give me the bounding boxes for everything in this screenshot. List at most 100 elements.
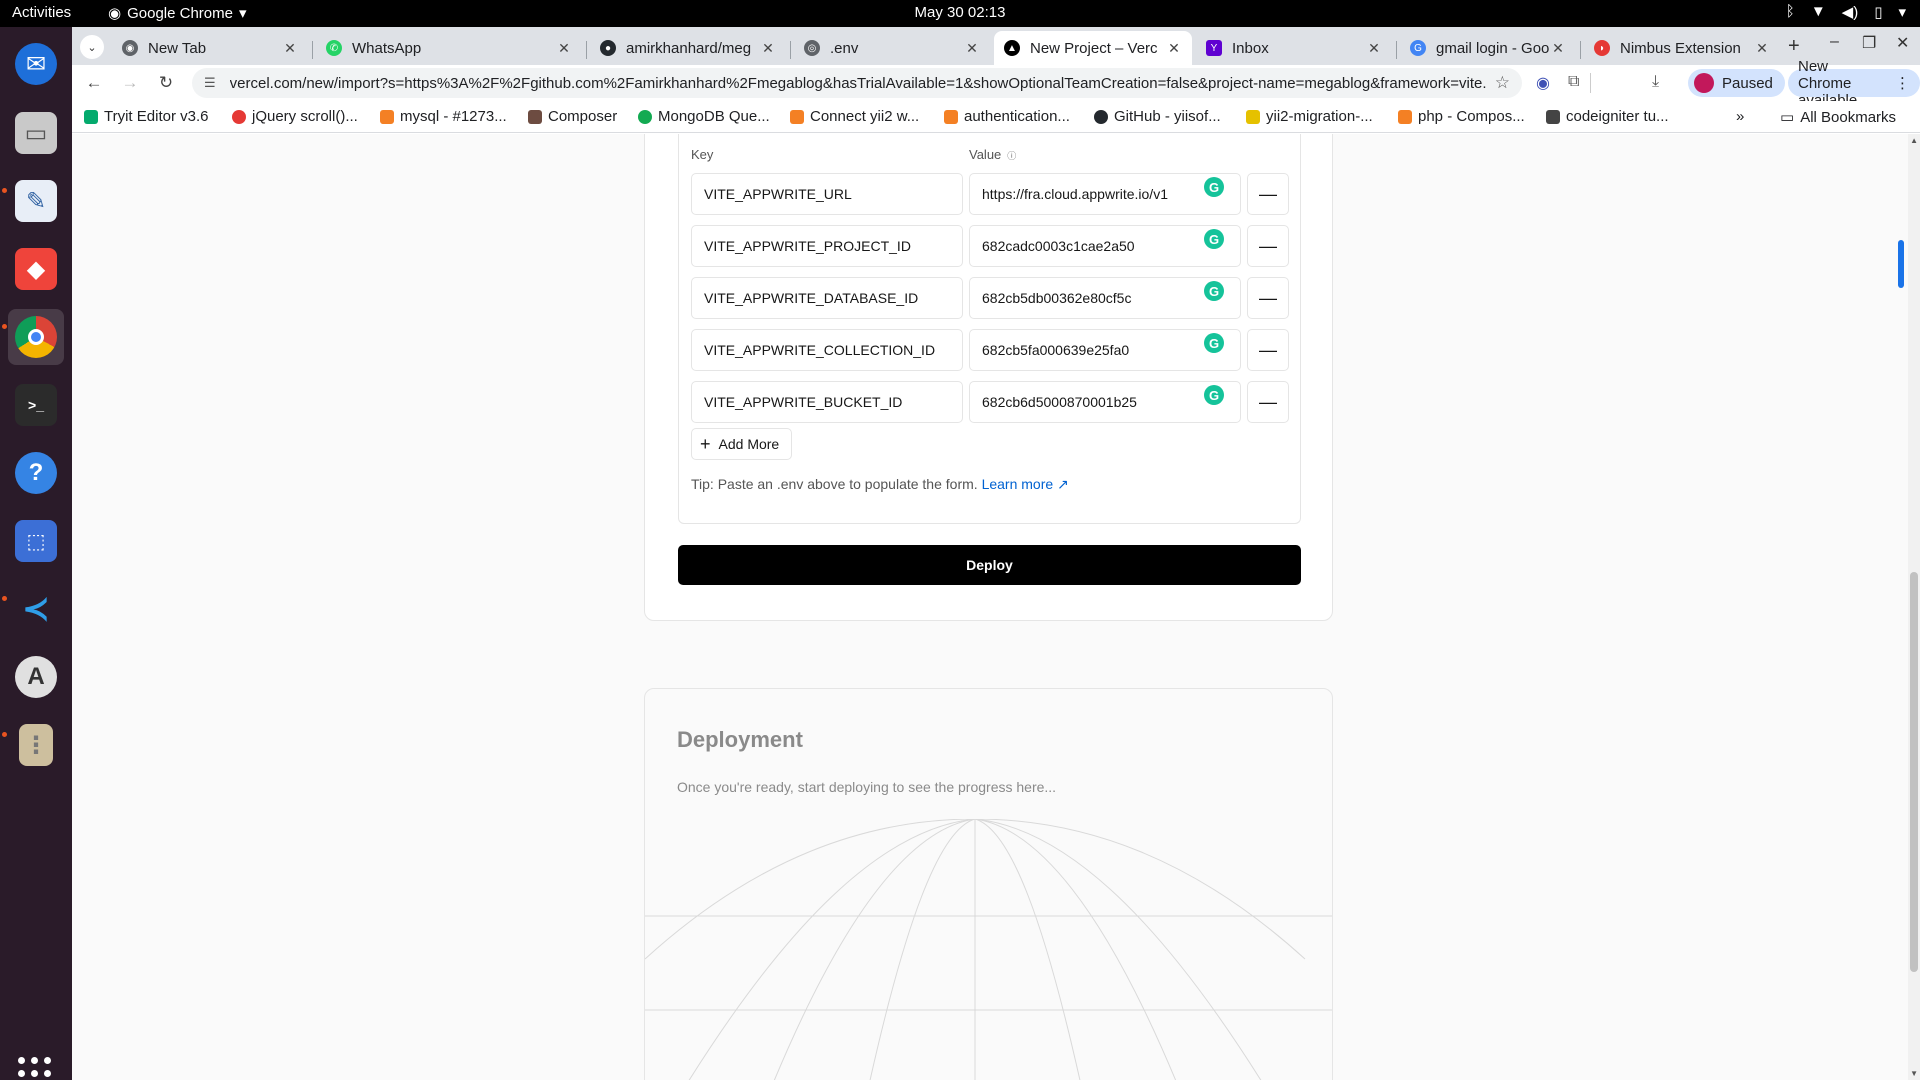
deployment-subtitle: Once you're ready, start deploying to se… — [677, 779, 1057, 795]
dock-text-editor[interactable]: ✎ — [8, 173, 64, 229]
learn-more-link[interactable]: Learn more ↗ — [982, 476, 1069, 492]
grammarly-icon[interactable]: G — [1204, 281, 1224, 301]
bookmark-tryit[interactable]: Tryit Editor v3.6 — [84, 108, 208, 125]
env-key-input[interactable]: VITE_APPWRITE_PROJECT_ID — [691, 225, 963, 267]
address-bar[interactable]: ☰ vercel.com/new/import?s=https%3A%2F%2F… — [192, 68, 1522, 98]
deploy-button[interactable]: Deploy — [678, 545, 1301, 585]
close-tab-icon[interactable]: ✕ — [1166, 40, 1182, 57]
tab-gmail-login[interactable]: G gmail login - Googl ✕ — [1400, 31, 1576, 65]
env-key-input[interactable]: VITE_APPWRITE_URL — [691, 173, 963, 215]
grammarly-icon[interactable]: G — [1204, 229, 1224, 249]
bookmark-yii2-migration[interactable]: yii2-migration-... — [1246, 108, 1373, 125]
close-tab-icon[interactable]: ✕ — [1550, 40, 1566, 57]
reload-icon[interactable]: ↻ — [154, 71, 178, 95]
remove-env-button[interactable]: — — [1247, 381, 1289, 423]
system-tray[interactable]: ᛒ ▼ ◀) ▯ ▾ — [1786, 3, 1906, 21]
grammarly-icon[interactable]: G — [1204, 385, 1224, 405]
close-tab-icon[interactable]: ✕ — [1366, 40, 1382, 57]
dock-thunderbird[interactable]: ✉ — [8, 36, 64, 92]
all-bookmarks-button[interactable]: ▭ All Bookmarks — [1780, 108, 1896, 127]
maximize-icon[interactable]: ❐ — [1862, 33, 1876, 53]
grammarly-icon[interactable]: G — [1204, 333, 1224, 353]
extension-icon[interactable]: ◉ — [1536, 73, 1550, 93]
tab-search-button[interactable]: ⌄ — [80, 35, 104, 59]
bookmark-mongodb[interactable]: MongoDB Que... — [638, 108, 770, 125]
profile-paused-button[interactable]: Paused — [1688, 69, 1785, 97]
dock-screenshot[interactable]: ⬚ — [8, 513, 64, 569]
show-apps-grid-icon[interactable] — [18, 1057, 52, 1080]
bookmark-authentication[interactable]: authentication... — [944, 108, 1070, 125]
battery-icon: ▯ — [1874, 4, 1883, 21]
bookmark-connect-yii2[interactable]: Connect yii2 w... — [790, 108, 919, 125]
close-tab-icon[interactable]: ✕ — [760, 40, 776, 57]
bookmark-mysql[interactable]: mysql - #1273... — [380, 108, 507, 125]
scrollbar-thumb[interactable] — [1910, 572, 1918, 972]
forward-arrow-icon[interactable]: → — [118, 71, 142, 95]
dock-files[interactable]: ▭ — [8, 105, 64, 161]
add-more-button[interactable]: + Add More — [691, 428, 793, 460]
chrome-icon — [15, 316, 57, 358]
bookmark-php-composer[interactable]: php - Compos... — [1398, 108, 1525, 125]
env-key-input[interactable]: VITE_APPWRITE_BUCKET_ID — [691, 381, 963, 423]
bookmark-jquery[interactable]: jQuery scroll()... — [232, 108, 358, 125]
extensions-puzzle-icon[interactable]: ⧉ — [1568, 73, 1579, 91]
activities-button[interactable]: Activities — [12, 4, 71, 21]
dock-chrome[interactable] — [8, 309, 64, 365]
tab-github[interactable]: ● amirkhanhard/meg ✕ — [590, 31, 786, 65]
globe-illustration — [645, 819, 1332, 1080]
close-tab-icon[interactable]: ✕ — [282, 40, 298, 57]
bookmark-github-yiisoft[interactable]: GitHub - yiisof... — [1094, 108, 1221, 125]
close-tab-icon[interactable]: ✕ — [964, 40, 980, 57]
new-tab-plus-icon[interactable]: + — [1788, 35, 1800, 58]
more-bookmarks-chevron-icon[interactable]: » — [1736, 108, 1744, 125]
new-chrome-available-button[interactable]: New Chrome available ⋮ — [1788, 58, 1920, 109]
grammarly-icon[interactable]: G — [1204, 177, 1224, 197]
clock[interactable]: May 30 02:13 — [915, 4, 1006, 21]
env-value-input[interactable]: 682cadc0003c1cae2a50 — [969, 225, 1241, 267]
bookmark-favicon-icon — [84, 109, 98, 124]
tab-env[interactable]: ◎ .env ✕ — [794, 31, 990, 65]
back-arrow-icon[interactable]: ← — [82, 71, 106, 95]
remove-env-button[interactable]: — — [1247, 329, 1289, 371]
env-value-input[interactable]: 682cb5db00362e80cf5c — [969, 277, 1241, 319]
bookmark-label: Tryit Editor v3.6 — [104, 108, 209, 125]
close-tab-icon[interactable]: ✕ — [1754, 40, 1770, 57]
app-menu[interactable]: ◉ Google Chrome ▾ — [108, 4, 247, 23]
env-key-input[interactable]: VITE_APPWRITE_COLLECTION_ID — [691, 329, 963, 371]
bookmark-composer[interactable]: Composer — [528, 108, 617, 125]
scroll-down-arrow-icon[interactable]: ▼ — [1910, 1069, 1918, 1078]
env-value-input[interactable]: https://fra.cloud.appwrite.io/v1 — [969, 173, 1241, 215]
dock-archive-manager[interactable]: ⋮ — [8, 717, 64, 773]
tab-title: .env — [830, 39, 859, 57]
bookmark-star-icon[interactable]: ☆ — [1495, 73, 1510, 93]
bookmark-codeigniter[interactable]: codeigniter tu... — [1546, 108, 1669, 125]
dock-help[interactable]: ? — [8, 445, 64, 501]
tab-new-project-vercel[interactable]: ▲ New Project – Verc ✕ — [994, 31, 1192, 65]
dock-anydesk[interactable]: ◆ — [8, 241, 64, 297]
remove-env-button[interactable]: — — [1247, 225, 1289, 267]
tab-nimbus-extension[interactable]: ◗ Nimbus Extension ✕ — [1584, 31, 1780, 65]
env-value-input[interactable]: 682cb6d5000870001b25 — [969, 381, 1241, 423]
dock-software-updater[interactable]: A — [8, 649, 64, 705]
close-window-icon[interactable]: ✕ — [1896, 33, 1909, 53]
vscode-icon: ≺ — [21, 590, 51, 628]
remove-env-button[interactable]: — — [1247, 173, 1289, 215]
site-info-icon[interactable]: ☰ — [204, 75, 216, 91]
dock-terminal[interactable]: >_ — [8, 377, 64, 433]
tab-inbox[interactable]: Y Inbox ✕ — [1196, 31, 1392, 65]
info-icon[interactable]: ⓘ — [1007, 149, 1016, 161]
close-tab-icon[interactable]: ✕ — [556, 40, 572, 57]
tab-new-tab[interactable]: ◉ New Tab ✕ — [112, 31, 308, 65]
scroll-up-arrow-icon[interactable]: ▲ — [1910, 136, 1918, 145]
dock-vscode[interactable]: ≺ — [8, 581, 64, 637]
env-key-input[interactable]: VITE_APPWRITE_DATABASE_ID — [691, 277, 963, 319]
download-icon[interactable]: ⤓ — [1652, 73, 1659, 91]
remove-env-button[interactable]: — — [1247, 277, 1289, 319]
page-scrollbar[interactable]: ▲ ▼ — [1908, 134, 1920, 1080]
profile-paused-label: Paused — [1722, 74, 1773, 92]
tab-separator — [790, 41, 791, 59]
bluetooth-icon: ᛒ — [1785, 3, 1795, 20]
env-value-input[interactable]: 682cb5fa000639e25fa0 — [969, 329, 1241, 371]
tab-whatsapp[interactable]: ✆ WhatsApp ✕ — [316, 31, 582, 65]
minimize-icon[interactable]: – — [1830, 33, 1839, 51]
